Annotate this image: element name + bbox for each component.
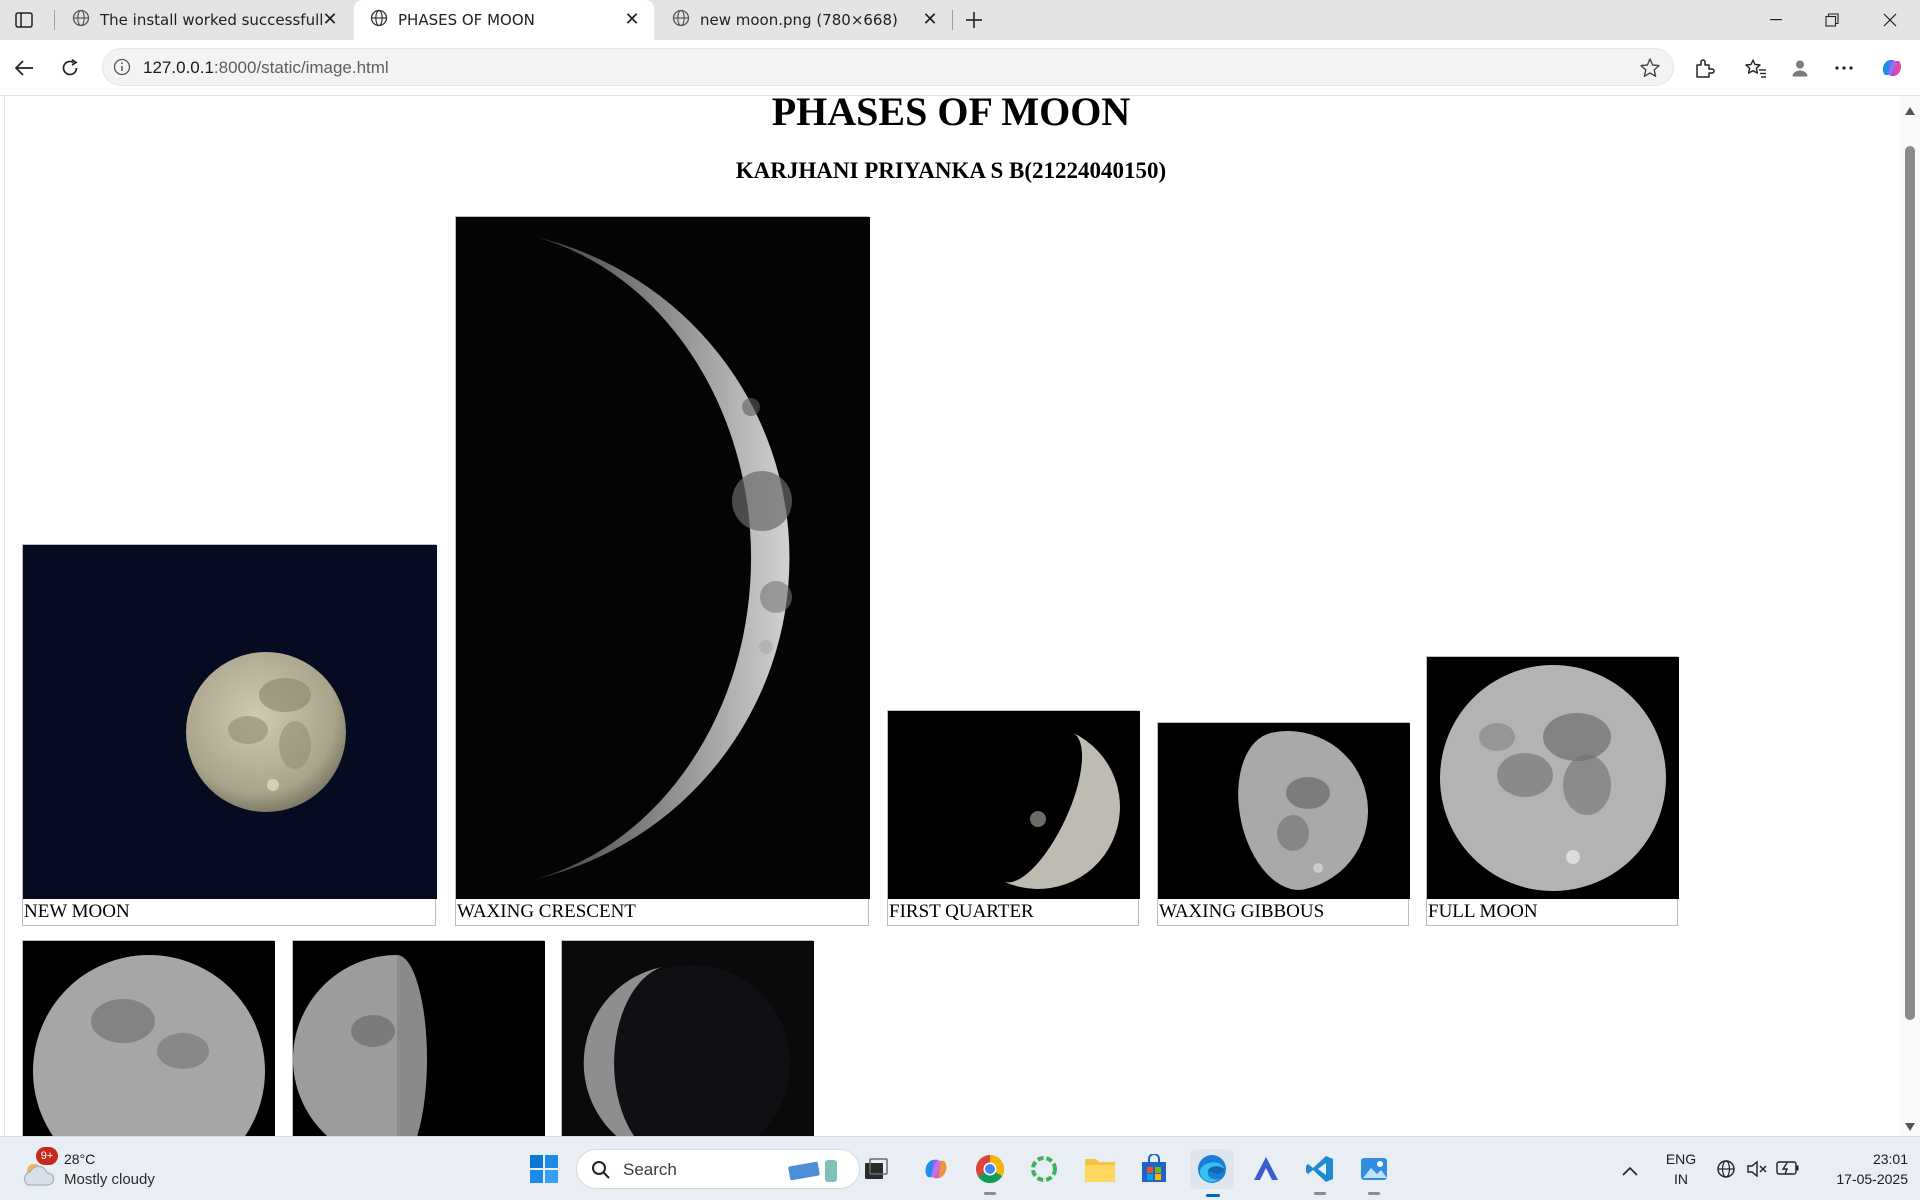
- vscode-icon[interactable]: [1302, 1151, 1338, 1195]
- close-window-icon[interactable]: [1862, 0, 1918, 40]
- battery-icon[interactable]: [1776, 1160, 1800, 1180]
- page-title: PHASES OF MOON: [771, 96, 1131, 134]
- figure-caption: FIRST QUARTER: [889, 901, 1034, 922]
- new-tab-icon[interactable]: [956, 6, 992, 34]
- address-bar[interactable]: 127.0.0.1:8000/static/image.html: [102, 48, 1674, 86]
- weather-temperature[interactable]: 28°C: [64, 1151, 95, 1167]
- file-explorer-icon[interactable]: [1082, 1151, 1118, 1187]
- figure-caption: WAXING CRESCENT: [457, 901, 636, 922]
- moon-figure-last-quarter: [292, 940, 545, 1136]
- clock-time[interactable]: 23:01: [1812, 1151, 1908, 1167]
- scroll-up-icon[interactable]: [1905, 100, 1915, 119]
- globe-icon: [72, 9, 90, 31]
- close-tab-icon[interactable]: ✕: [322, 11, 338, 29]
- task-view-icon[interactable]: [858, 1151, 894, 1187]
- active-indicator: [1206, 1194, 1220, 1197]
- tab-separator: [54, 10, 55, 30]
- refresh-icon[interactable]: [54, 52, 86, 84]
- extensions-icon[interactable]: [1688, 52, 1720, 84]
- browser-tab-strip: The install worked successfully! Co ✕ PH…: [0, 0, 1920, 40]
- moon-figure-full-moon: FULL MOON: [1426, 656, 1679, 926]
- app-peak-icon[interactable]: [1248, 1151, 1284, 1187]
- browser-toolbar: 127.0.0.1:8000/static/image.html: [0, 40, 1920, 96]
- tab-title: The install worked successfully! Co: [100, 11, 324, 29]
- tab-title: PHASES OF MOON: [398, 11, 535, 29]
- globe-icon: [370, 9, 388, 31]
- language-indicator[interactable]: ENG: [1660, 1151, 1702, 1167]
- tab-title: new moon.png (780×668): [700, 11, 898, 29]
- running-indicator: [1314, 1192, 1326, 1195]
- running-indicator: [984, 1192, 996, 1195]
- tab-new-moon-png[interactable]: new moon.png (780×668) ✕: [656, 0, 952, 40]
- figure-caption: FULL MOON: [1428, 901, 1538, 922]
- last-quarter-photo: [293, 941, 545, 1136]
- scroll-down-icon[interactable]: [1905, 1116, 1915, 1135]
- page-scrollbar[interactable]: [1900, 96, 1920, 1136]
- profile-icon[interactable]: [1784, 52, 1816, 84]
- copilot-app-icon[interactable]: [918, 1151, 954, 1187]
- url-text[interactable]: 127.0.0.1:8000/static/image.html: [143, 58, 389, 78]
- chevron-up-icon[interactable]: [1622, 1161, 1638, 1180]
- tab-actions-icon[interactable]: [6, 6, 42, 34]
- moon-figure-waxing-gibbous: WAXING GIBBOUS: [1157, 722, 1410, 926]
- url-path: :8000/static/image.html: [213, 58, 389, 77]
- tab-phases-of-moon[interactable]: PHASES OF MOON ✕: [354, 0, 654, 40]
- waxing-crescent-photo: [456, 217, 870, 899]
- store-icon[interactable]: [1136, 1151, 1172, 1187]
- copilot-icon[interactable]: [1876, 52, 1908, 84]
- waning-crescent-photo: [562, 941, 814, 1136]
- weather-widget[interactable]: 9+: [18, 1147, 58, 1191]
- weather-condition[interactable]: Mostly cloudy: [64, 1171, 155, 1188]
- close-tab-icon[interactable]: ✕: [922, 11, 938, 29]
- tab-install-worked[interactable]: The install worked successfully! Co ✕: [56, 0, 352, 40]
- moon-figure-waxing-crescent: WAXING CRESCENT: [455, 216, 870, 926]
- region-indicator[interactable]: IN: [1660, 1171, 1702, 1187]
- favorites-icon[interactable]: [1740, 52, 1772, 84]
- moon-figure-waning-gibbous: [22, 940, 275, 1136]
- full-moon-photo: [1427, 657, 1679, 899]
- edge-icon[interactable]: [1190, 1149, 1234, 1197]
- search-highlight-icon: [787, 1156, 843, 1188]
- search-placeholder: Search: [623, 1160, 677, 1179]
- minimize-icon[interactable]: [1748, 0, 1804, 40]
- restore-icon[interactable]: [1804, 0, 1860, 40]
- first-quarter-photo: [888, 711, 1140, 899]
- close-tab-icon[interactable]: ✕: [624, 11, 640, 29]
- site-info-icon[interactable]: [113, 58, 131, 80]
- photos-icon[interactable]: [1356, 1151, 1392, 1195]
- weather-cloud-icon: [20, 1161, 56, 1191]
- notification-badge: 9+: [36, 1147, 58, 1165]
- new-moon-photo: [23, 545, 437, 899]
- search-icon: [591, 1160, 611, 1184]
- tab-separator: [952, 10, 953, 30]
- running-indicator: [1368, 1192, 1380, 1195]
- back-arrow-icon[interactable]: [8, 52, 40, 84]
- figure-caption: WAXING GIBBOUS: [1159, 901, 1325, 922]
- url-host: 127.0.0.1: [143, 58, 214, 77]
- globe-icon: [672, 9, 690, 31]
- chrome-icon[interactable]: [972, 1151, 1008, 1195]
- network-globe-icon[interactable]: [1716, 1159, 1736, 1183]
- volume-muted-icon[interactable]: [1746, 1159, 1768, 1183]
- taskbar-search[interactable]: Search: [576, 1149, 860, 1189]
- clock-date[interactable]: 17-05-2025: [1812, 1171, 1908, 1187]
- more-options-icon[interactable]: [1828, 52, 1860, 84]
- taskbar: 9+ 28°C Mostly cloudy Search ENG IN 23:0…: [0, 1136, 1920, 1200]
- waxing-gibbous-photo: [1158, 723, 1410, 899]
- figure-caption: NEW MOON: [24, 901, 130, 922]
- scroll-thumb[interactable]: [1905, 146, 1915, 1020]
- moon-figure-waning-crescent: [561, 940, 814, 1136]
- app-ring-icon[interactable]: [1026, 1151, 1062, 1187]
- favorite-star-icon[interactable]: [1639, 57, 1661, 83]
- moon-figure-first-quarter: FIRST QUARTER: [887, 710, 1140, 926]
- page-subtitle: KARJHANI PRIYANKA S B(21224040150): [735, 158, 1167, 183]
- windows-start-icon[interactable]: [526, 1151, 562, 1187]
- waning-gibbous-photo: [23, 941, 275, 1136]
- moon-figure-new-moon: NEW MOON: [22, 544, 437, 926]
- page-viewport[interactable]: PHASES OF MOON KARJHANI PRIYANKA S B(212…: [4, 96, 1900, 1136]
